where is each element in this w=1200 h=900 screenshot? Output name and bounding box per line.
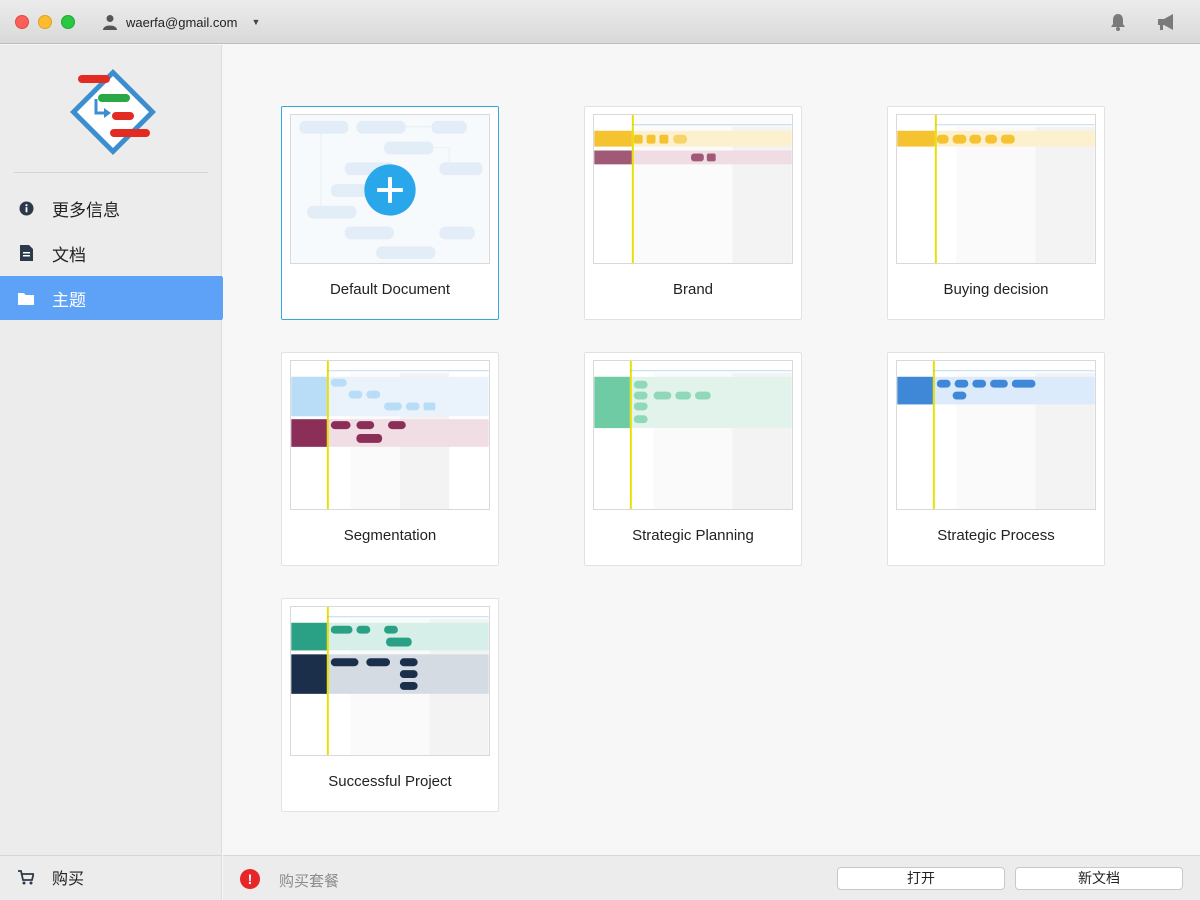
document-icon — [18, 245, 34, 261]
cart-icon — [18, 869, 34, 884]
template-card-strategic-planning[interactable]: Strategic Planning — [584, 352, 802, 566]
template-card-label: Strategic Process — [937, 527, 1055, 544]
template-thumbnail — [593, 114, 793, 264]
template-card-label: Default Document — [329, 281, 451, 298]
template-card-label: Successful Project — [328, 773, 452, 790]
sidebar-item-label: 更多信息 — [52, 200, 120, 220]
info-icon — [18, 200, 34, 216]
template-thumbnail — [896, 360, 1096, 510]
template-thumbnail — [290, 114, 490, 264]
sidebar-item-documents[interactable]: 文档 — [0, 231, 222, 275]
account-email: waerfa@gmail.com — [126, 14, 238, 30]
template-card-successful-project[interactable]: Successful Project — [281, 598, 499, 812]
close-window-button[interactable] — [15, 15, 29, 29]
bell-icon[interactable] — [1108, 12, 1128, 32]
sidebar-item-themes[interactable]: 主题 — [0, 276, 222, 320]
minimize-window-button[interactable] — [38, 15, 52, 29]
footer-bar: ! 购买套餐 打开 新文档 — [223, 855, 1200, 900]
title-bar: waerfa@gmail.com ▼ — [0, 0, 1200, 44]
template-card-buying-decision[interactable]: Buying decision — [887, 106, 1105, 320]
template-gallery: Default Document Brand Buying decision S… — [223, 45, 1200, 855]
sidebar: 更多信息 文档 主题 购买 — [0, 45, 232, 900]
template-card-strategic-process[interactable]: Strategic Process — [887, 352, 1105, 566]
folder-icon — [18, 290, 34, 306]
buy-label: 购买 — [52, 871, 85, 888]
sidebar-item-more-info[interactable]: 更多信息 — [0, 186, 222, 230]
open-button[interactable]: 打开 — [837, 867, 1005, 890]
chevron-down-icon: ▼ — [251, 17, 261, 27]
template-card-label: Buying decision — [943, 281, 1049, 298]
user-icon — [103, 15, 117, 30]
sidebar-divider — [14, 172, 208, 173]
template-card-brand[interactable]: Brand — [584, 106, 802, 320]
template-thumbnail — [290, 606, 490, 756]
sidebar-item-label: 主题 — [52, 290, 86, 310]
template-thumbnail — [290, 360, 490, 510]
new-document-button[interactable]: 新文档 — [1015, 867, 1183, 890]
template-thumbnail — [896, 114, 1096, 264]
account-menu[interactable]: waerfa@gmail.com ▼ — [102, 12, 260, 32]
template-card-segmentation[interactable]: Segmentation — [281, 352, 499, 566]
warning-icon: ! — [240, 869, 260, 889]
template-card-label: Brand — [672, 281, 714, 298]
template-card-default-document[interactable]: Default Document — [281, 106, 499, 320]
template-card-label: Strategic Planning — [632, 527, 754, 544]
sidebar-item-label: 文档 — [52, 245, 86, 265]
sidebar-item-buy[interactable]: 购买 — [18, 857, 84, 897]
maximize-window-button[interactable] — [61, 15, 75, 29]
megaphone-icon[interactable] — [1156, 13, 1178, 31]
app-logo — [70, 69, 156, 155]
template-card-label: Segmentation — [343, 527, 437, 544]
template-thumbnail — [593, 360, 793, 510]
buy-plan-link[interactable]: 购买套餐 — [279, 870, 339, 891]
